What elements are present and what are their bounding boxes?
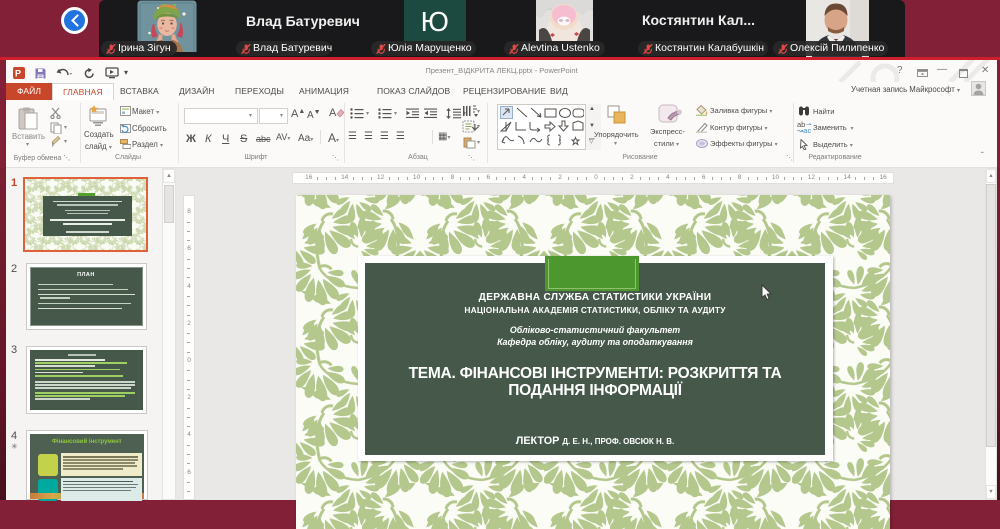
svg-text:P: P (15, 69, 21, 79)
